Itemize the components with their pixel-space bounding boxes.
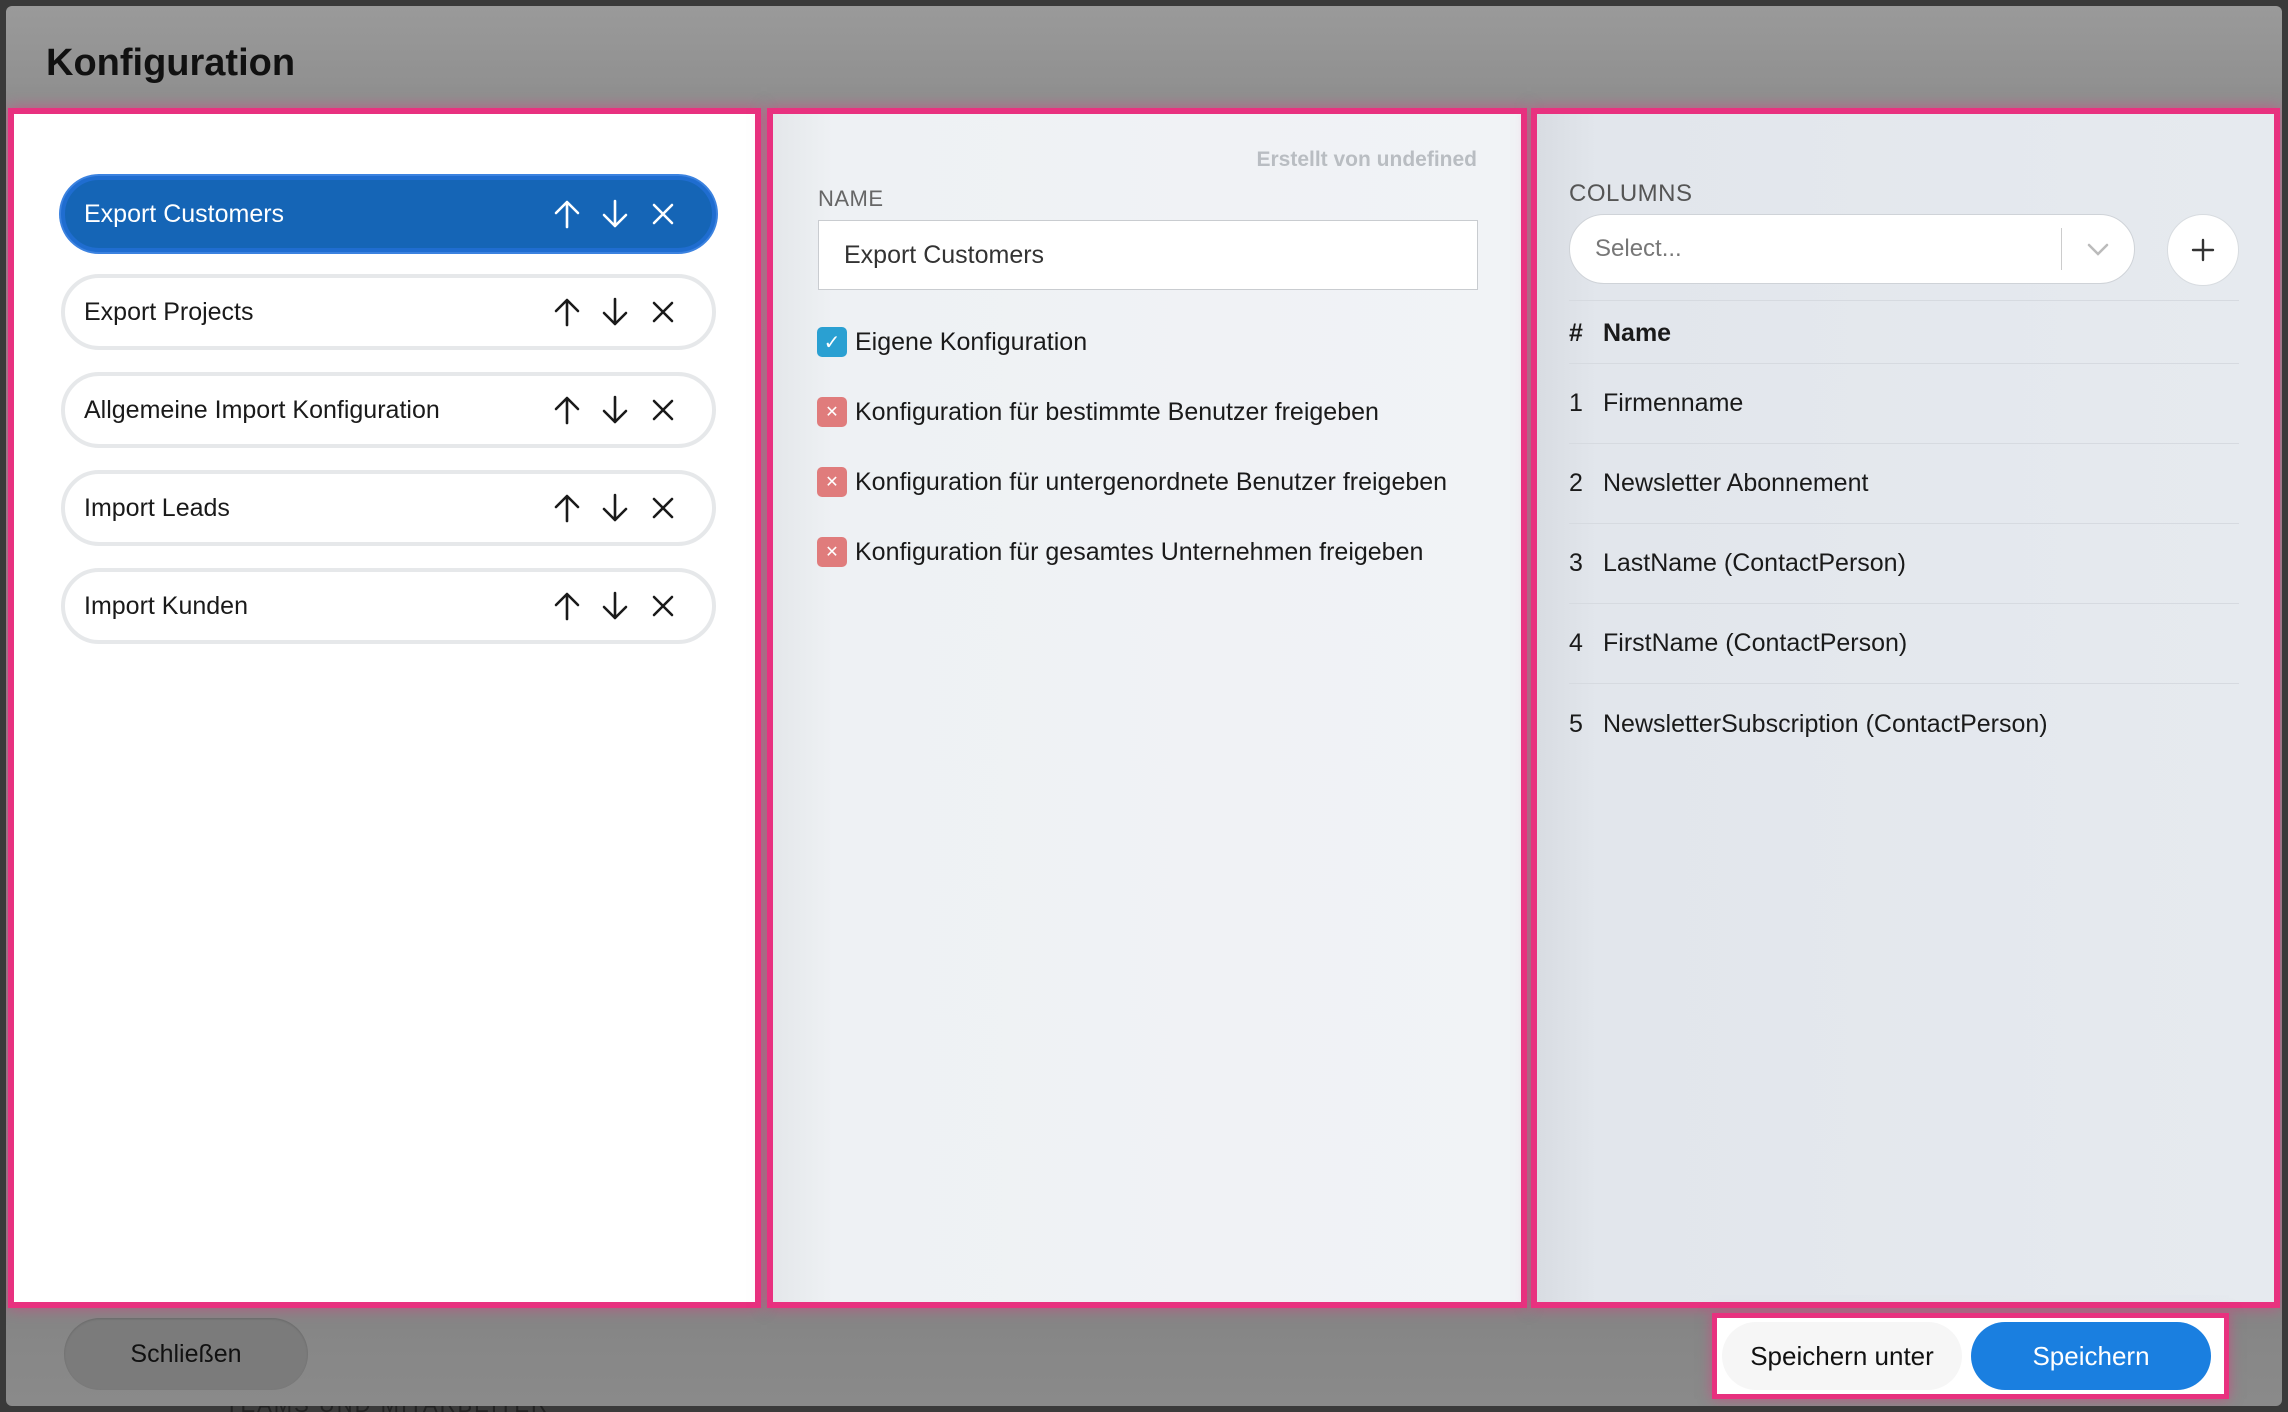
name-input[interactable] (818, 220, 1478, 290)
close-icon[interactable] (648, 393, 678, 427)
name-label: NAME (818, 186, 884, 211)
close-icon[interactable] (648, 197, 678, 231)
table-row[interactable]: 4 FirstName (ContactPerson) (1569, 604, 2239, 684)
row-name: Newsletter Abonnement (1603, 469, 1869, 497)
table-row[interactable]: 5 NewsletterSubscription (ContactPerson) (1569, 684, 2239, 764)
checkbox-unchecked-icon[interactable]: ✕ (817, 397, 847, 427)
config-item-label: Import Kunden (84, 591, 248, 620)
save-as-button[interactable]: Speichern unter (1722, 1322, 1962, 1390)
columns-label: COLUMNS (1569, 180, 1693, 207)
row-num: 3 (1569, 549, 1583, 577)
config-item-label: Import Leads (84, 493, 230, 522)
option-label: Eigene Konfiguration (855, 327, 1088, 356)
row-num: 5 (1569, 709, 1583, 738)
row-name: NewsletterSubscription (ContactPerson) (1603, 709, 2048, 738)
configuration-dialog: Konfiguration Export Customers Export Pr… (6, 6, 2282, 1406)
configuration-list-panel: Export Customers Export Projects Allgeme… (8, 108, 761, 1308)
checkbox-checked-icon[interactable]: ✓ (817, 327, 847, 357)
config-item[interactable]: Export Projects (61, 274, 716, 350)
option-share-company[interactable]: ✕ Konfiguration für gesamtes Unternehmen… (817, 537, 1423, 567)
add-column-button[interactable] (2167, 214, 2239, 286)
arrow-down-icon[interactable] (600, 393, 630, 427)
option-label: Konfiguration für gesamtes Unternehmen f… (855, 537, 1424, 566)
arrow-down-icon[interactable] (600, 197, 630, 231)
arrow-up-icon[interactable] (552, 491, 582, 525)
row-num: 4 (1569, 629, 1583, 657)
config-item[interactable]: Allgemeine Import Konfiguration (61, 372, 716, 448)
arrow-down-icon[interactable] (600, 589, 630, 623)
checkbox-unchecked-icon[interactable]: ✕ (817, 467, 847, 497)
save-button[interactable]: Speichern (1971, 1322, 2211, 1390)
option-own-configuration[interactable]: ✓ Eigene Konfiguration (817, 327, 1087, 357)
config-item-label: Allgemeine Import Konfiguration (84, 395, 440, 424)
created-by-text: Erstellt von undefined (1256, 148, 1477, 171)
config-item-label: Export Customers (84, 199, 285, 228)
row-name: LastName (ContactPerson) (1603, 549, 1906, 577)
arrow-up-icon[interactable] (552, 295, 582, 329)
option-label: Konfiguration für untergenordnete Benutz… (855, 467, 1448, 496)
row-name: FirstName (ContactPerson) (1603, 629, 1908, 657)
close-icon[interactable] (648, 491, 678, 525)
arrow-up-icon[interactable] (552, 393, 582, 427)
columns-table-header: # Name (1569, 304, 2239, 364)
close-icon[interactable] (648, 589, 678, 623)
close-button[interactable]: Schließen (64, 1318, 308, 1390)
plus-icon (2191, 238, 2215, 262)
select-placeholder: Select... (1595, 235, 1682, 262)
close-icon[interactable] (648, 295, 678, 329)
columns-panel: COLUMNS Select... # Name 1 Firmenname 2 … (1531, 108, 2280, 1308)
table-row[interactable]: 1 Firmenname (1569, 364, 2239, 444)
table-row[interactable]: 2 Newsletter Abonnement (1569, 444, 2239, 524)
option-share-specific-users[interactable]: ✕ Konfiguration für bestimmte Benutzer f… (817, 397, 1379, 427)
table-divider (1569, 300, 2239, 301)
header-num: # (1569, 319, 1583, 347)
row-num: 2 (1569, 469, 1583, 497)
option-share-subordinate-users[interactable]: ✕ Konfiguration für untergenordnete Benu… (817, 467, 1447, 497)
configuration-details-panel: Erstellt von undefined NAME ✓ Eigene Kon… (767, 108, 1527, 1308)
checkbox-unchecked-icon[interactable]: ✕ (817, 537, 847, 567)
config-item[interactable]: Export Customers (61, 176, 716, 252)
arrow-down-icon[interactable] (600, 491, 630, 525)
arrow-down-icon[interactable] (600, 295, 630, 329)
config-item-label: Export Projects (84, 297, 254, 326)
option-label: Konfiguration für bestimmte Benutzer fre… (855, 397, 1379, 426)
config-item[interactable]: Import Leads (61, 470, 716, 546)
config-item[interactable]: Import Kunden (61, 568, 716, 644)
row-name: Firmenname (1603, 389, 1744, 417)
arrow-up-icon[interactable] (552, 197, 582, 231)
header-name: Name (1603, 319, 1672, 347)
save-button-group: Speichern unter Speichern (1712, 1313, 2229, 1399)
arrow-up-icon[interactable] (552, 589, 582, 623)
columns-select[interactable]: Select... (1569, 214, 2135, 284)
row-num: 1 (1569, 389, 1583, 417)
chevron-down-icon[interactable] (2062, 241, 2134, 257)
dialog-title: Konfiguration (46, 42, 296, 84)
table-row[interactable]: 3 LastName (ContactPerson) (1569, 524, 2239, 604)
